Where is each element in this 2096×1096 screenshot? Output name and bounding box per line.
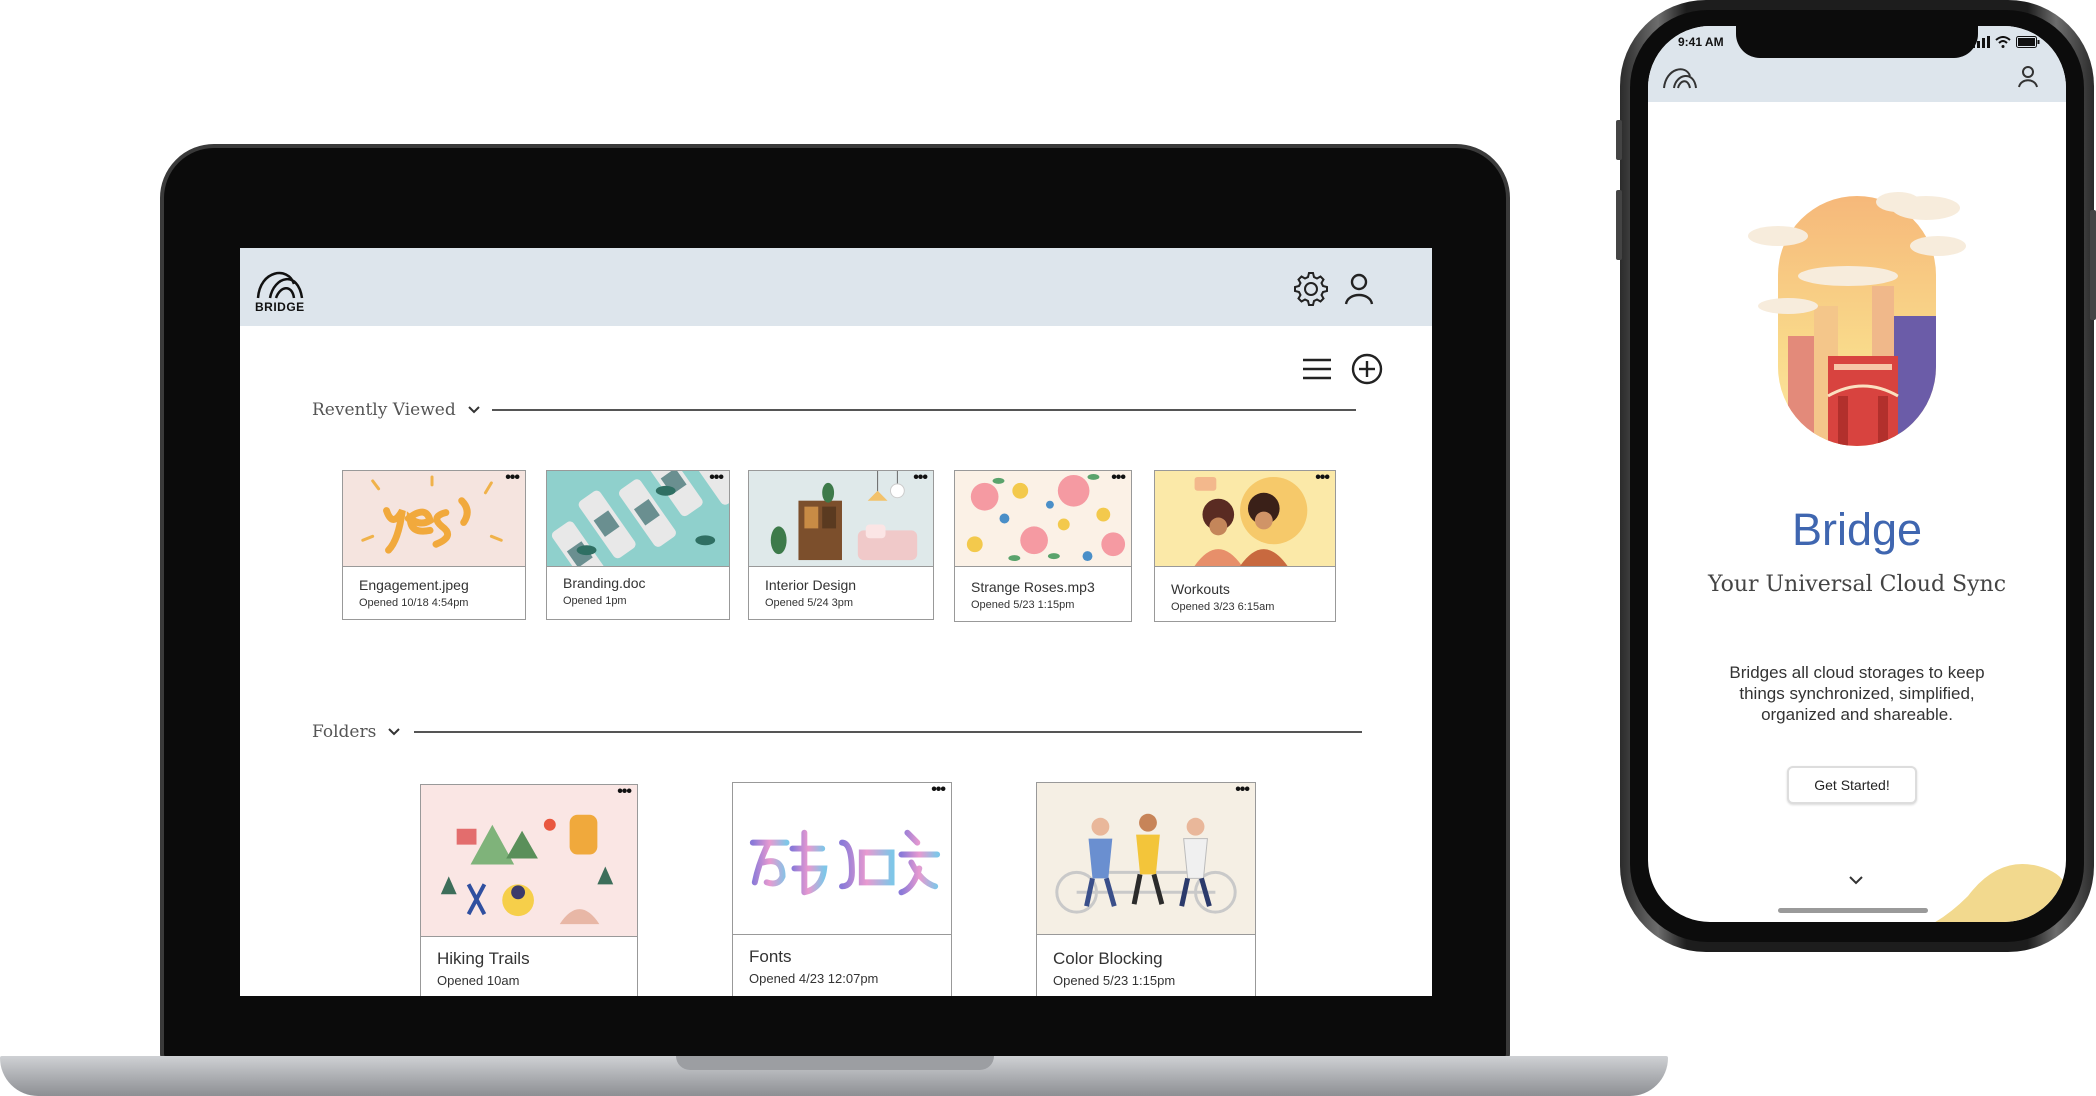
file-name: Engagement.jpeg xyxy=(359,577,469,593)
mobile-app-screen: 9:41 AM Bridge Your Universal Cloud Sync… xyxy=(1648,26,2066,922)
wifi-icon xyxy=(1995,36,2011,48)
status-icons xyxy=(1972,36,2040,48)
calligraphy-image xyxy=(733,783,951,935)
section-divider xyxy=(414,731,1362,733)
section-divider xyxy=(492,409,1356,411)
app-title: Bridge xyxy=(1791,504,1923,555)
chevron-down-icon[interactable] xyxy=(1848,874,1864,886)
city-illustration xyxy=(1748,192,1966,446)
file-name: Workouts xyxy=(1171,581,1230,597)
more-dots-icon[interactable]: ••• xyxy=(1235,782,1250,798)
file-opened: Opened 3/23 6:15am xyxy=(1171,601,1275,613)
user-icon[interactable] xyxy=(2016,64,2040,88)
get-started-button[interactable]: Get Started! xyxy=(1787,766,1917,804)
more-dots-icon[interactable]: ••• xyxy=(913,470,928,486)
folder-name: Fonts xyxy=(749,947,792,966)
menu-icon[interactable] xyxy=(1300,352,1334,386)
tandem-bike-illustration xyxy=(1037,783,1255,935)
folder-opened: Opened 10am xyxy=(437,973,520,988)
interior-image xyxy=(749,471,933,567)
yes-lettering-image xyxy=(343,471,525,567)
hiking-illustration xyxy=(421,785,637,937)
app-header: BRIDGE xyxy=(240,248,1432,326)
chevron-down-icon xyxy=(388,728,401,736)
phone-side-button xyxy=(1616,120,1622,160)
logo-text: BRIDGE xyxy=(255,300,305,314)
file-name: Branding.doc xyxy=(563,575,646,591)
app-description: Bridges all cloud storages to keep thing… xyxy=(1729,663,1985,724)
bottles-image xyxy=(547,471,729,567)
more-dots-icon[interactable]: ••• xyxy=(1111,470,1126,486)
folder-name: Hiking Trails xyxy=(437,949,530,968)
file-card[interactable]: ••• Engagement.jpeg Opened 10/18 4:54pm xyxy=(342,470,526,620)
folder-card[interactable]: ••• Fonts Opened 4/23 12:07pm xyxy=(732,782,952,996)
decorative-blob xyxy=(1935,864,2066,922)
floral-pattern-image xyxy=(955,471,1131,567)
file-card[interactable]: ••• Strange Roses.mp3 Opened 5/23 1:15pm xyxy=(954,470,1132,622)
battery-icon xyxy=(2016,36,2040,48)
file-opened: Opened 10/18 4:54pm xyxy=(359,597,469,609)
more-dots-icon[interactable]: ••• xyxy=(617,784,632,800)
file-card[interactable]: ••• Interior Design Opened 5/24 3pm xyxy=(748,470,934,620)
folder-card[interactable]: ••• Color Blocking Opened 5/23 1:15pm xyxy=(1036,782,1256,996)
more-dots-icon[interactable]: ••• xyxy=(1315,470,1330,486)
workout-illustration xyxy=(1155,471,1335,567)
folder-opened: Opened 4/23 12:07pm xyxy=(749,971,879,986)
desktop-app-screen: BRIDGE Revently Viewed ••• Engagement.jp… xyxy=(240,248,1432,996)
more-dots-icon[interactable]: ••• xyxy=(709,470,724,486)
chevron-down-icon xyxy=(468,406,480,414)
file-opened: Opened 5/23 1:15pm xyxy=(971,599,1075,611)
folders-section-label: Folders xyxy=(312,722,377,742)
file-card[interactable]: ••• Workouts Opened 3/23 6:15am xyxy=(1154,470,1336,622)
file-opened: Opened 1pm xyxy=(563,595,627,607)
folder-card[interactable]: ••• Hiking Trails Opened 10am xyxy=(420,784,638,996)
app-subtitle: Your Universal Cloud Sync xyxy=(1707,572,2007,597)
folder-name: Color Blocking xyxy=(1053,949,1163,968)
more-dots-icon[interactable]: ••• xyxy=(505,470,520,486)
file-name: Strange Roses.mp3 xyxy=(971,579,1095,595)
home-indicator xyxy=(1778,908,1928,913)
file-card[interactable]: ••• Branding.doc Opened 1pm xyxy=(546,470,730,620)
file-opened: Opened 5/24 3pm xyxy=(765,597,854,609)
more-dots-icon[interactable]: ••• xyxy=(931,782,946,798)
folders-section-toggle[interactable]: Folders xyxy=(312,722,402,742)
gear-icon[interactable] xyxy=(1292,270,1330,308)
phone-side-button xyxy=(2090,210,2096,320)
file-name: Interior Design xyxy=(765,577,857,593)
status-time: 9:41 AM xyxy=(1678,35,1724,49)
user-icon[interactable] xyxy=(1340,270,1378,308)
recent-section-toggle[interactable]: Revently Viewed xyxy=(312,400,482,420)
phone-notch xyxy=(1736,26,1978,58)
laptop-base-notch xyxy=(676,1056,994,1070)
bridge-logo-icon[interactable] xyxy=(1662,62,1698,92)
plus-circle-icon[interactable] xyxy=(1350,352,1384,386)
recent-section-label: Revently Viewed xyxy=(312,400,456,420)
phone-side-button xyxy=(1616,190,1622,260)
folder-opened: Opened 5/23 1:15pm xyxy=(1053,973,1176,988)
